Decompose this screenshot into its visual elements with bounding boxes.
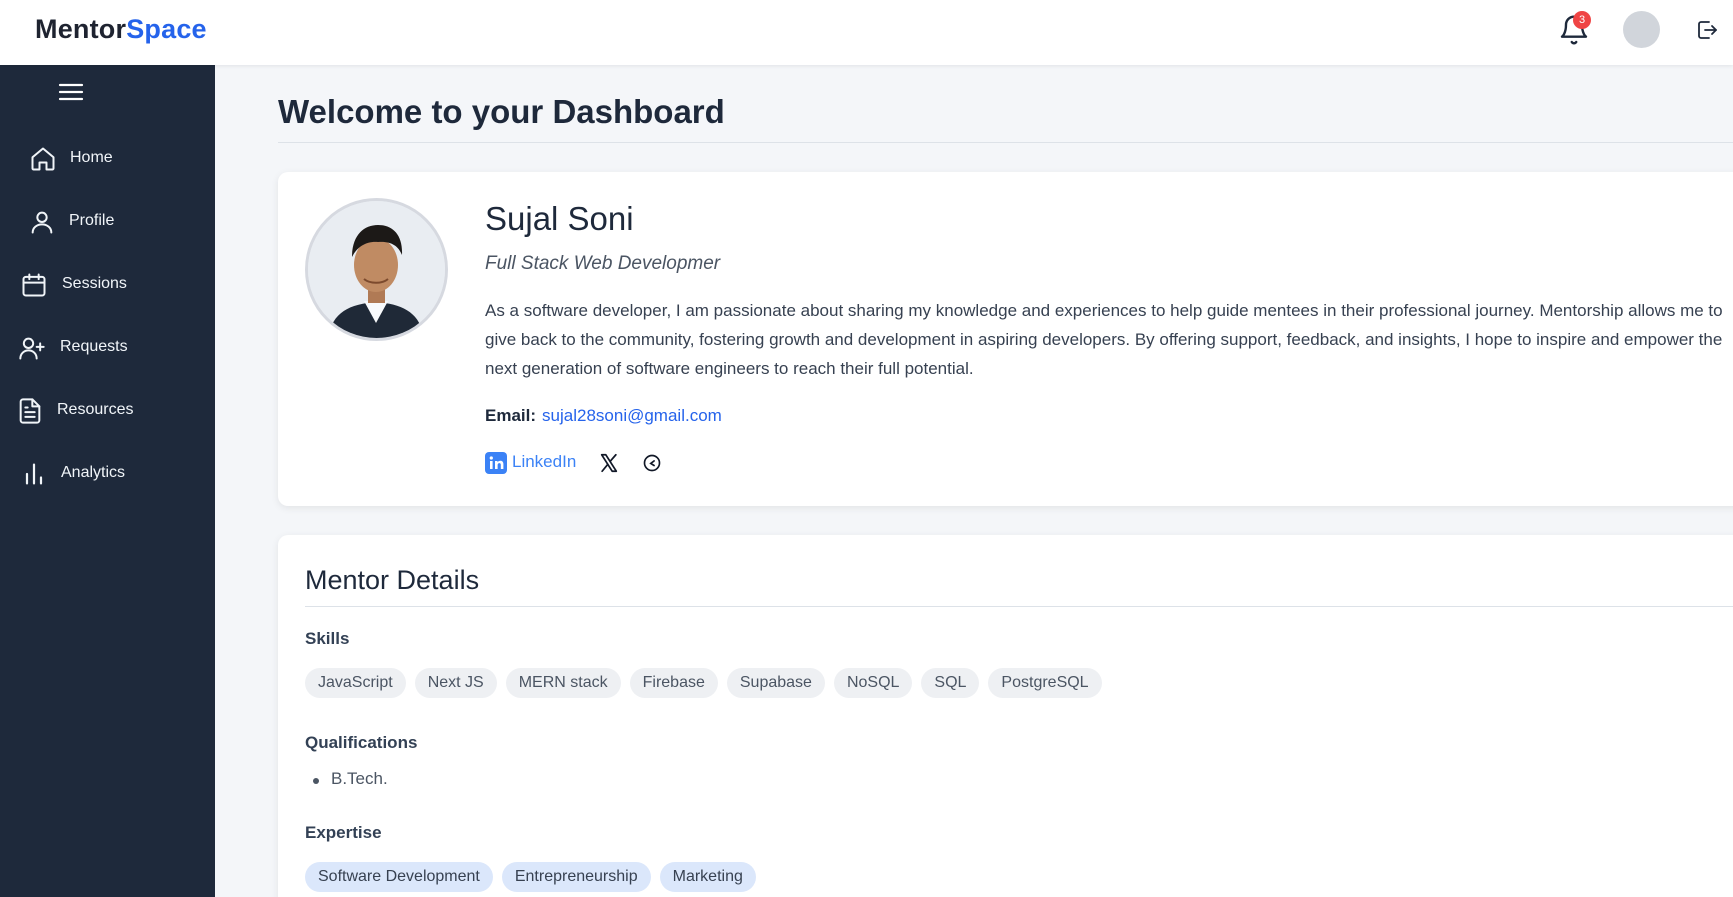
sidebar-item-label: Profile — [69, 212, 115, 229]
linkedin-label: LinkedIn — [512, 452, 577, 471]
skill-chip: NoSQL — [833, 668, 913, 698]
logout-icon[interactable] — [1695, 18, 1719, 42]
sidebar-item-label: Analytics — [61, 464, 126, 481]
x-twitter-icon[interactable] — [598, 452, 620, 474]
title-divider — [278, 142, 1733, 143]
mentor-details-card: Mentor Details Skills JavaScript Next JS… — [278, 535, 1733, 897]
sidebar-item-home[interactable]: Home — [0, 135, 215, 183]
skills-label: Skills — [305, 629, 350, 648]
skill-chip: PostgreSQL — [988, 668, 1102, 698]
main-content: Welcome to your Dashboard Sujal Soni Ful… — [215, 65, 1733, 897]
profile-role: Full Stack Web Developmer — [485, 253, 721, 274]
circle-link-icon[interactable] — [642, 453, 662, 473]
linkedin-icon — [485, 452, 507, 474]
skill-chip: Supabase — [726, 668, 825, 698]
notification-badge: 3 — [1573, 11, 1591, 29]
page-title: Welcome to your Dashboard — [278, 93, 725, 130]
sidebar-item-sessions[interactable]: Sessions — [0, 261, 215, 309]
calendar-icon — [22, 273, 46, 297]
app-logo[interactable]: MentorSpace — [35, 14, 207, 45]
qualifications-label: Qualifications — [305, 733, 418, 752]
skill-chip: Firebase — [629, 668, 718, 698]
sidebar-item-label: Resources — [57, 401, 134, 418]
sidebar-item-requests[interactable]: Requests — [0, 324, 215, 372]
person-photo-icon — [308, 201, 445, 338]
email-row: Email: sujal28soni@gmail.com — [485, 406, 722, 426]
skill-chip: MERN stack — [505, 668, 621, 698]
sidebar-item-label: Requests — [60, 338, 128, 355]
expertise-label: Expertise — [305, 823, 382, 842]
qualification-item: B.Tech. — [331, 769, 388, 788]
sidebar: Home Profile Sessions Requests Resources — [0, 65, 215, 897]
sidebar-item-profile[interactable]: Profile — [0, 198, 215, 246]
expertise-chips: Software Development Entrepreneurship Ma… — [305, 862, 756, 892]
bar-chart-icon — [25, 463, 43, 485]
mentor-details-title: Mentor Details — [305, 565, 480, 595]
logo-text-mentor: Mentor — [35, 14, 127, 44]
skill-chip: JavaScript — [305, 668, 406, 698]
menu-icon[interactable] — [58, 81, 84, 103]
profile-name: Sujal Soni — [485, 200, 634, 237]
sidebar-item-resources[interactable]: Resources — [0, 387, 215, 435]
skills-chips: JavaScript Next JS MERN stack Firebase S… — [305, 668, 1102, 698]
list-bullet — [313, 778, 319, 784]
expertise-chip: Marketing — [659, 862, 756, 892]
profile-bio: As a software developer, I am passionate… — [485, 301, 1723, 378]
sidebar-item-analytics[interactable]: Analytics — [0, 450, 215, 498]
profile-card: Sujal Soni Full Stack Web Developmer As … — [278, 172, 1733, 506]
expertise-chip: Software Development — [305, 862, 493, 892]
user-avatar[interactable] — [1623, 11, 1660, 48]
details-divider — [305, 606, 1733, 607]
email-link[interactable]: sujal28soni@gmail.com — [542, 406, 722, 425]
skill-chip: Next JS — [414, 668, 497, 698]
expertise-chip: Entrepreneurship — [501, 862, 651, 892]
logo-text-space: Space — [126, 14, 207, 44]
document-icon — [19, 398, 41, 424]
sidebar-item-label: Home — [70, 149, 113, 166]
email-label: Email: — [485, 406, 537, 425]
sidebar-item-label: Sessions — [62, 275, 127, 292]
home-icon — [31, 147, 55, 171]
top-bar: MentorSpace 3 — [0, 0, 1733, 65]
user-icon — [31, 211, 53, 234]
profile-photo — [305, 198, 448, 341]
user-plus-icon — [19, 337, 45, 360]
skill-chip: SQL — [921, 668, 980, 698]
